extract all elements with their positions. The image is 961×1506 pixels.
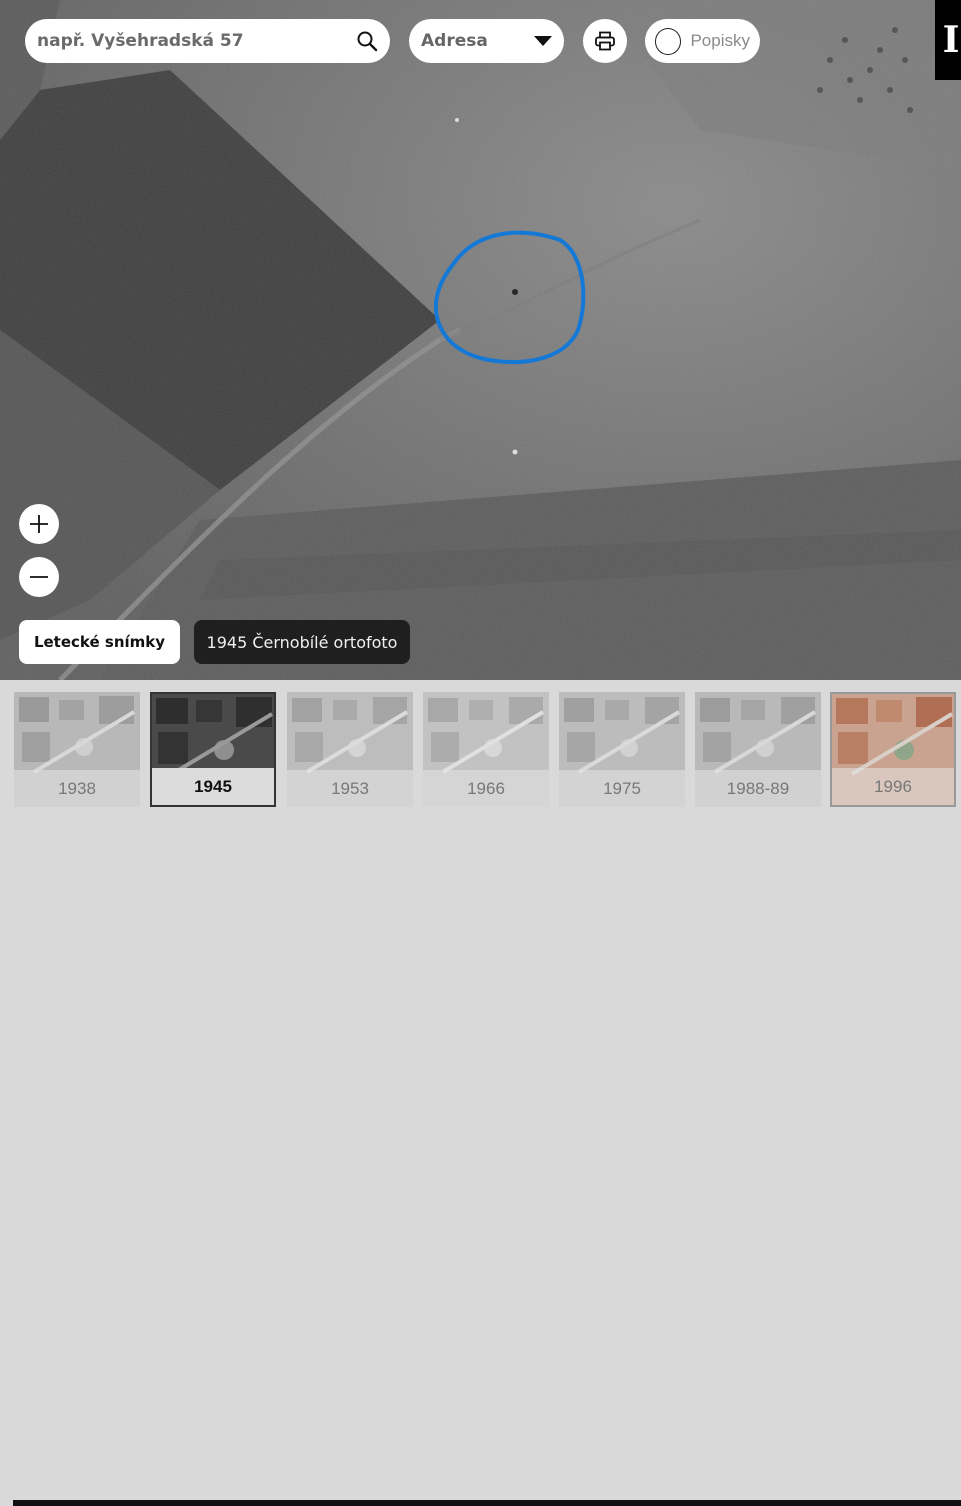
- search-mode-select[interactable]: Adresa: [409, 19, 564, 63]
- aerial-photos-button[interactable]: Letecké snímky: [19, 620, 180, 664]
- zoom-in-button[interactable]: [19, 504, 59, 544]
- year-thumb-1953[interactable]: 1953: [287, 692, 413, 807]
- year-timeline: 1938 1945 1953 1966 1975 1988-89 1996: [0, 680, 961, 1506]
- print-button[interactable]: [583, 19, 627, 63]
- map-viewport[interactable]: Adresa Popisky I Letecké snímky 1945 Čer…: [0, 0, 961, 680]
- year-label: 1945: [152, 768, 274, 805]
- chevron-down-icon: [534, 36, 552, 46]
- plus-icon: [30, 515, 48, 533]
- zoom-out-button[interactable]: [19, 557, 59, 597]
- year-label: 1953: [287, 770, 413, 807]
- year-thumb-1975[interactable]: 1975: [559, 692, 685, 807]
- year-thumb-1996[interactable]: 1996: [830, 692, 956, 807]
- labels-toggle[interactable]: Popisky: [645, 19, 760, 63]
- year-thumb-1988-89[interactable]: 1988-89: [695, 692, 821, 807]
- search-icon[interactable]: [356, 30, 378, 52]
- minus-icon: [30, 576, 48, 578]
- timeline-track: [13, 1500, 961, 1506]
- year-label: 1938: [14, 770, 140, 807]
- search-input[interactable]: [37, 31, 337, 51]
- printer-icon: [595, 31, 615, 51]
- year-label: 1975: [559, 770, 685, 807]
- year-thumb-1938[interactable]: 1938: [14, 692, 140, 807]
- year-thumb-1966[interactable]: 1966: [423, 692, 549, 807]
- search-mode-value: Adresa: [421, 31, 488, 51]
- logo-letter: I: [942, 19, 960, 61]
- circle-toggle-icon[interactable]: [655, 27, 682, 55]
- aerial-photo: [0, 0, 961, 680]
- year-label: 1996: [832, 768, 954, 805]
- year-label: 1988-89: [695, 770, 821, 807]
- search-box[interactable]: [25, 19, 390, 63]
- logo: I: [935, 0, 961, 80]
- year-label: 1966: [423, 770, 549, 807]
- labels-toggle-label: Popisky: [690, 31, 750, 50]
- current-layer-label: 1945 Černobílé ortofoto: [194, 620, 410, 664]
- year-thumb-1945[interactable]: 1945: [150, 692, 276, 807]
